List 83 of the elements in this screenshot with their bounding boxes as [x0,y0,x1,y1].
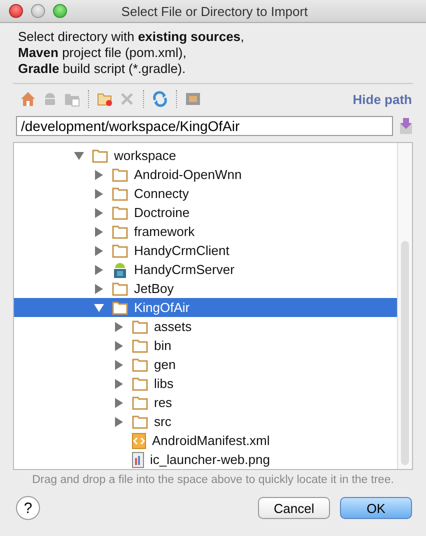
collapse-arrow-icon[interactable] [74,150,84,160]
description-text: Select directory with existing sources, [18,29,246,45]
folder-icon [132,396,148,410]
new-folder-icon[interactable] [97,91,113,107]
expand-arrow-icon[interactable] [94,208,104,218]
image-file-icon [132,452,144,468]
expand-arrow-icon[interactable] [94,188,104,198]
download-icon[interactable] [399,118,413,134]
tree-item-label: AndroidManifest.xml [152,433,270,448]
tree-item-label: JetBoy [134,281,174,296]
dialog-button[interactable]: Cancel [258,497,330,519]
folder-icon [132,414,148,428]
expand-arrow-icon[interactable] [114,416,124,426]
tree-item-label: workspace [114,148,176,163]
tree-item-label: Doctroine [134,205,190,220]
tree-row[interactable]: assets [14,317,412,336]
expand-arrow-icon[interactable] [114,378,124,388]
tree-row[interactable]: HandyCrmClient [14,241,412,260]
folder-icon [132,320,148,334]
folder-icon [112,186,128,200]
expand-arrow-icon[interactable] [94,170,104,180]
drag-hint-text: Drag and drop a file into the space above to quickly locate it in the tree. [31,474,395,486]
tree-row[interactable]: Connecty [14,184,412,203]
folder-icon [112,244,128,258]
folder-icon [92,148,108,162]
tree-item-label: gen [154,357,176,372]
hide-path-link[interactable]: Hide path [352,92,412,106]
tree-item-label: ic_launcher-web.png [150,452,270,467]
expand-arrow-icon[interactable] [94,264,104,274]
description-text: Gradle build script (*.gradle). [18,61,187,77]
tree-row[interactable]: bin [14,336,412,355]
folder-icon [132,376,148,390]
window-title: Select File or Directory to Import [120,4,309,18]
close-button[interactable] [9,4,23,18]
tree-row[interactable]: ic_launcher-web.png [14,450,412,469]
expand-arrow-icon[interactable] [94,246,104,256]
xml-file-icon [132,432,146,448]
tree-item-label: assets [154,319,192,334]
tree-row[interactable]: framework [14,222,412,241]
help-button[interactable]: ? [16,496,40,520]
tree-item-label: Connecty [134,186,189,201]
tree-item-label: Android-OpenWnn [134,167,242,182]
expand-arrow-icon[interactable] [114,398,124,408]
tree-row[interactable]: JetBoy [14,279,412,298]
tree-item-label: res [154,395,172,410]
collapse-arrow-icon[interactable] [94,302,104,312]
folder-icon [112,282,128,296]
tree-item-label: HandyCrmClient [134,243,230,258]
tree-row[interactable]: workspace [14,146,412,165]
tree-row[interactable]: AndroidManifest.xml [14,431,412,450]
expand-arrow-icon[interactable] [94,284,104,294]
tree-item-label: HandyCrmServer [134,262,234,277]
expand-arrow-icon[interactable] [114,360,124,370]
scrollbar[interactable] [397,143,412,469]
expand-arrow-icon[interactable] [114,322,124,332]
tree-row[interactable]: src [14,412,412,431]
default-button[interactable]: OK [340,497,412,519]
folder-icon [132,338,148,352]
expand-arrow-icon[interactable] [94,226,104,236]
folder-icon [112,300,128,314]
tree-item-label: bin [154,338,172,353]
tree-row[interactable]: res [14,393,412,412]
tree-item-label: libs [154,376,174,391]
refresh-icon[interactable] [152,91,168,107]
tree-row[interactable]: gen [14,355,412,374]
tree-row[interactable]: HandyCrmServer [14,260,412,279]
tree-item-label: KingOfAir [134,300,190,315]
scrollbar-thumb[interactable] [401,241,409,465]
expand-arrow-icon[interactable] [114,340,124,350]
tree-row[interactable]: Android-OpenWnn [14,165,412,184]
tree-row[interactable]: Doctroine [14,203,412,222]
home-icon[interactable] [20,91,36,107]
tree-item-label: src [154,414,172,429]
tree-row[interactable]: libs [14,374,412,393]
folder-icon [112,206,128,220]
path-field[interactable]: /development/workspace/KingOfAir [16,116,393,136]
minimize-button[interactable] [31,4,45,18]
tree-item-label: framework [134,224,195,239]
description-text: Maven project file (pom.xml), [18,45,188,61]
zoom-button[interactable] [53,4,67,18]
folder-icon [112,224,128,238]
folder-icon [132,358,148,372]
folder-icon [112,168,128,182]
